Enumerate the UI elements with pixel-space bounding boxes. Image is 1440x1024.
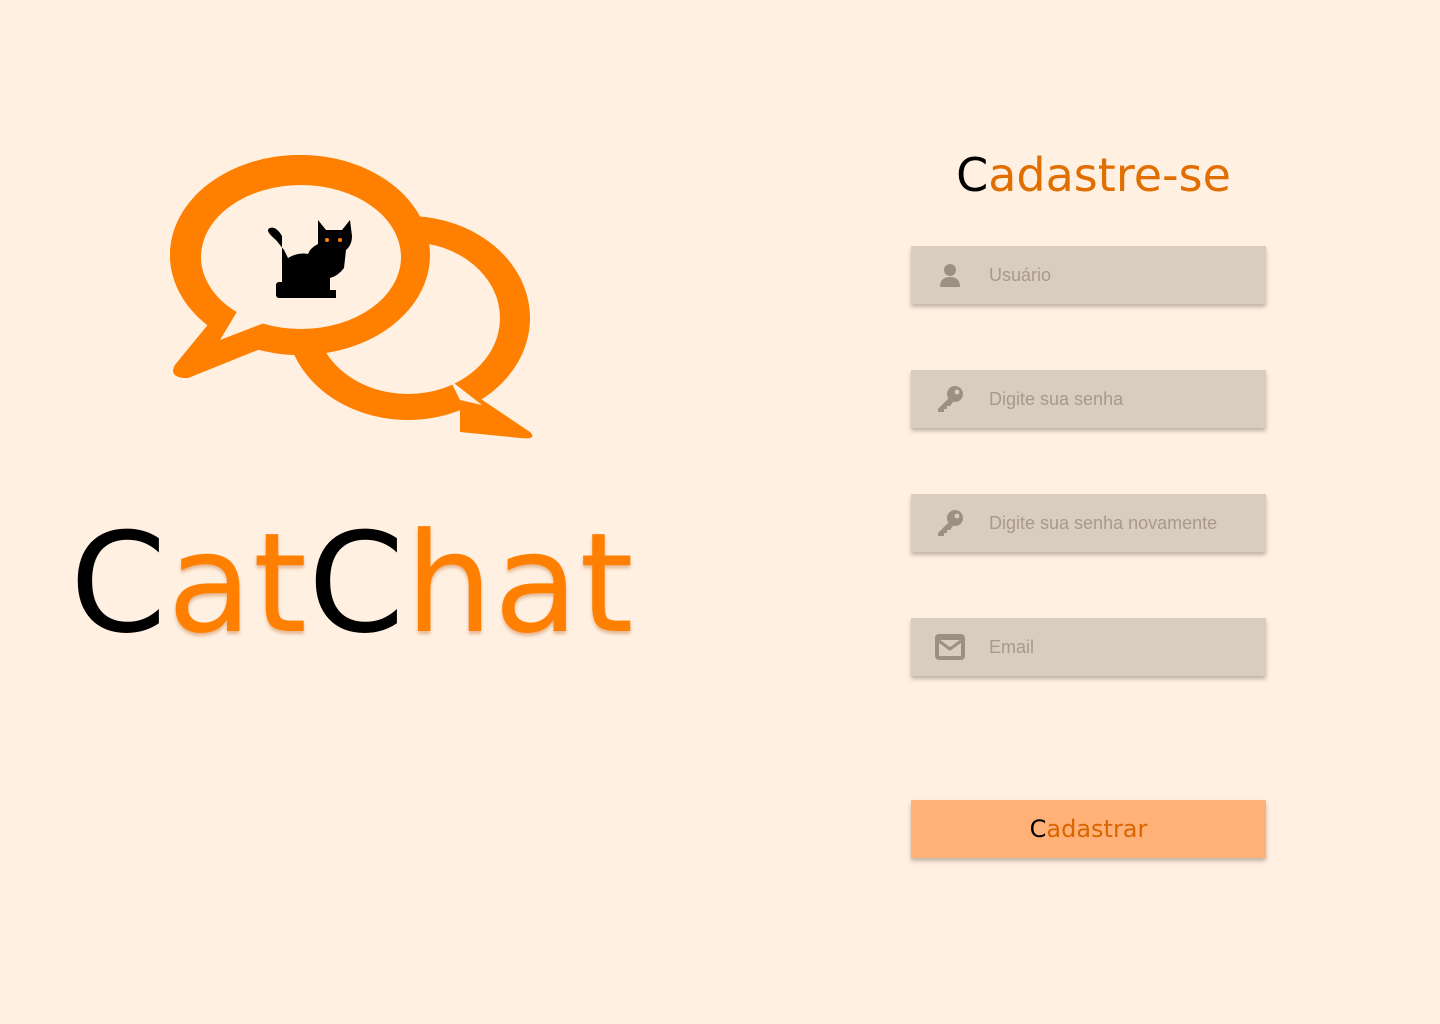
logo	[160, 150, 540, 450]
password-input[interactable]	[989, 388, 1249, 410]
password-field[interactable]	[911, 370, 1266, 428]
email-field[interactable]	[911, 618, 1266, 676]
key-icon	[911, 509, 989, 537]
user-icon	[911, 263, 989, 287]
brand-letter-c1: C	[70, 503, 168, 664]
title-letter-c: C	[956, 148, 989, 202]
submit-text: adastrar	[1046, 815, 1148, 843]
title-text: adastre-se	[988, 148, 1231, 202]
brand-wordmark: CatChat	[70, 515, 635, 653]
password-confirm-field[interactable]	[911, 494, 1266, 552]
brand-letter-c2: C	[308, 503, 406, 664]
email-input[interactable]	[989, 636, 1249, 658]
key-icon	[911, 385, 989, 413]
chat-bubbles-cat-icon	[170, 155, 533, 439]
submit-letter-c: C	[1029, 815, 1047, 843]
signup-title: Cadastre-se	[911, 150, 1276, 200]
envelope-icon	[911, 633, 989, 661]
brand-text-hat: hat	[405, 503, 635, 664]
username-input[interactable]	[989, 264, 1249, 286]
password-confirm-input[interactable]	[989, 512, 1249, 534]
username-field[interactable]	[911, 246, 1266, 304]
brand-text-at: at	[167, 503, 309, 664]
submit-button[interactable]: Cadastrar	[911, 800, 1266, 858]
